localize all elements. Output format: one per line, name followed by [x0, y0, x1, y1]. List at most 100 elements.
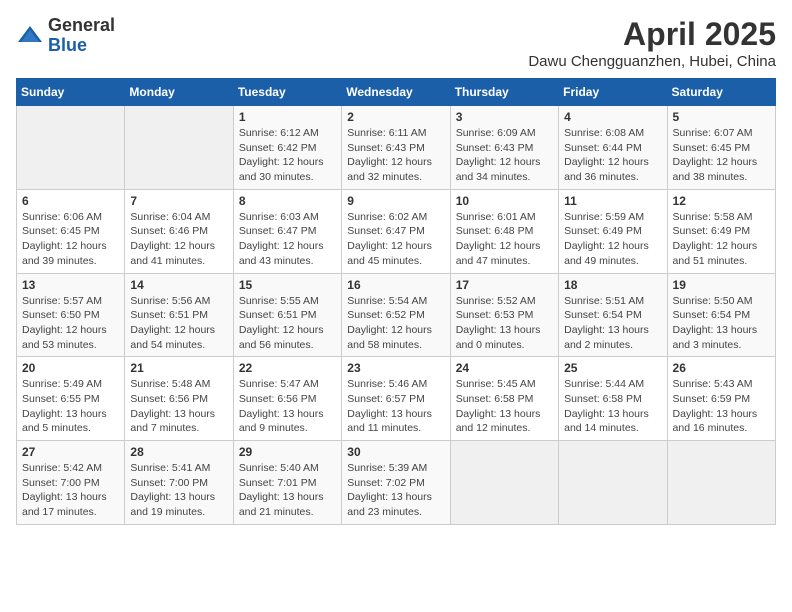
- day-number: 8: [239, 194, 336, 208]
- day-number: 30: [347, 445, 444, 459]
- calendar-cell: 12Sunrise: 5:58 AM Sunset: 6:49 PM Dayli…: [667, 189, 775, 273]
- weekday-header-monday: Monday: [125, 79, 233, 106]
- calendar-cell: 13 Sunrise: 5:57 AM Sunset: 6:50 PM Dayli…: [17, 273, 125, 357]
- day-info: Sunrise: 6:12 AM Sunset: 6:42 PM Dayligh…: [239, 126, 336, 185]
- day-number: 26: [673, 361, 770, 375]
- day-number: 28: [130, 445, 227, 459]
- calendar-table: SundayMondayTuesdayWednesdayThursdayFrid…: [16, 78, 776, 525]
- weekday-header-sunday: Sunday: [17, 79, 125, 106]
- calendar-week-row: 20Sunrise: 5:49 AM Sunset: 6:55 PM Dayli…: [17, 357, 776, 441]
- day-info: Sunrise: 6:09 AM Sunset: 6:43 PM Dayligh…: [456, 126, 553, 185]
- day-number: 25: [564, 361, 661, 375]
- day-info: Sunrise: 5:48 AM Sunset: 6:56 PM Dayligh…: [130, 377, 227, 436]
- calendar-cell: [17, 106, 125, 190]
- day-info: Sunrise: 5:52 AM Sunset: 6:53 PM Dayligh…: [456, 294, 553, 353]
- day-info: Sunrise: 5:59 AM Sunset: 6:49 PM Dayligh…: [564, 210, 661, 269]
- day-number: 24: [456, 361, 553, 375]
- weekday-header-row: SundayMondayTuesdayWednesdayThursdayFrid…: [17, 79, 776, 106]
- logo-general-text: General: [48, 16, 115, 36]
- day-number: 4: [564, 110, 661, 124]
- day-info: Sunrise: 6:03 AM Sunset: 6:47 PM Dayligh…: [239, 210, 336, 269]
- day-number: 9: [347, 194, 444, 208]
- day-number: 10: [456, 194, 553, 208]
- day-info: Sunrise: 5:58 AM Sunset: 6:49 PM Dayligh…: [673, 210, 770, 269]
- calendar-header: SundayMondayTuesdayWednesdayThursdayFrid…: [17, 79, 776, 106]
- calendar-cell: 6Sunrise: 6:06 AM Sunset: 6:45 PM Daylig…: [17, 189, 125, 273]
- weekday-header-tuesday: Tuesday: [233, 79, 341, 106]
- day-info: Sunrise: 5:50 AM Sunset: 6:54 PM Dayligh…: [673, 294, 770, 353]
- calendar-cell: 20Sunrise: 5:49 AM Sunset: 6:55 PM Dayli…: [17, 357, 125, 441]
- day-info: Sunrise: 5:49 AM Sunset: 6:55 PM Dayligh…: [22, 377, 119, 436]
- day-number: 7: [130, 194, 227, 208]
- calendar-cell: 28 Sunrise: 5:41 AM Sunset: 7:00 PM Dayli…: [125, 441, 233, 525]
- calendar-cell: 24 Sunrise: 5:45 AM Sunset: 6:58 PM Dayli…: [450, 357, 558, 441]
- calendar-cell: 29 Sunrise: 5:40 AM Sunset: 7:01 PM Dayli…: [233, 441, 341, 525]
- day-number: 22: [239, 361, 336, 375]
- day-info: Sunrise: 6:04 AM Sunset: 6:46 PM Dayligh…: [130, 210, 227, 269]
- calendar-cell: [125, 106, 233, 190]
- weekday-header-wednesday: Wednesday: [342, 79, 450, 106]
- day-info: Sunrise: 5:45 AM Sunset: 6:58 PM Dayligh…: [456, 377, 553, 436]
- day-info: Sunrise: 5:44 AM Sunset: 6:58 PM Dayligh…: [564, 377, 661, 436]
- day-number: 14: [130, 278, 227, 292]
- day-number: 16: [347, 278, 444, 292]
- calendar-cell: 26Sunrise: 5:43 AM Sunset: 6:59 PM Dayli…: [667, 357, 775, 441]
- day-number: 1: [239, 110, 336, 124]
- day-number: 3: [456, 110, 553, 124]
- day-info: Sunrise: 5:41 AM Sunset: 7:00 PM Dayligh…: [130, 461, 227, 520]
- calendar-cell: 11 Sunrise: 5:59 AM Sunset: 6:49 PM Dayli…: [559, 189, 667, 273]
- day-info: Sunrise: 5:42 AM Sunset: 7:00 PM Dayligh…: [22, 461, 119, 520]
- calendar-cell: 21 Sunrise: 5:48 AM Sunset: 6:56 PM Dayli…: [125, 357, 233, 441]
- calendar-cell: 17Sunrise: 5:52 AM Sunset: 6:53 PM Dayli…: [450, 273, 558, 357]
- day-number: 23: [347, 361, 444, 375]
- day-number: 6: [22, 194, 119, 208]
- day-number: 11: [564, 194, 661, 208]
- day-info: Sunrise: 5:39 AM Sunset: 7:02 PM Dayligh…: [347, 461, 444, 520]
- calendar-week-row: 13 Sunrise: 5:57 AM Sunset: 6:50 PM Dayli…: [17, 273, 776, 357]
- calendar-week-row: 6Sunrise: 6:06 AM Sunset: 6:45 PM Daylig…: [17, 189, 776, 273]
- calendar-cell: 18Sunrise: 5:51 AM Sunset: 6:54 PM Dayli…: [559, 273, 667, 357]
- day-info: Sunrise: 5:51 AM Sunset: 6:54 PM Dayligh…: [564, 294, 661, 353]
- day-number: 15: [239, 278, 336, 292]
- day-info: Sunrise: 6:02 AM Sunset: 6:47 PM Dayligh…: [347, 210, 444, 269]
- day-info: Sunrise: 6:11 AM Sunset: 6:43 PM Dayligh…: [347, 126, 444, 185]
- calendar-cell: 14 Sunrise: 5:56 AM Sunset: 6:51 PM Dayli…: [125, 273, 233, 357]
- day-number: 5: [673, 110, 770, 124]
- calendar-cell: 30 Sunrise: 5:39 AM Sunset: 7:02 PM Dayli…: [342, 441, 450, 525]
- logo-icon: [16, 22, 44, 50]
- day-number: 27: [22, 445, 119, 459]
- calendar-cell: 5 Sunrise: 6:07 AM Sunset: 6:45 PM Daylig…: [667, 106, 775, 190]
- day-number: 13: [22, 278, 119, 292]
- calendar-cell: 10 Sunrise: 6:01 AM Sunset: 6:48 PM Dayli…: [450, 189, 558, 273]
- day-info: Sunrise: 5:56 AM Sunset: 6:51 PM Dayligh…: [130, 294, 227, 353]
- day-number: 21: [130, 361, 227, 375]
- calendar-cell: 3 Sunrise: 6:09 AM Sunset: 6:43 PM Daylig…: [450, 106, 558, 190]
- calendar-cell: 4Sunrise: 6:08 AM Sunset: 6:44 PM Daylig…: [559, 106, 667, 190]
- calendar-cell: [667, 441, 775, 525]
- day-info: Sunrise: 6:07 AM Sunset: 6:45 PM Dayligh…: [673, 126, 770, 185]
- calendar-week-row: 27 Sunrise: 5:42 AM Sunset: 7:00 PM Dayli…: [17, 441, 776, 525]
- day-info: Sunrise: 5:55 AM Sunset: 6:51 PM Dayligh…: [239, 294, 336, 353]
- calendar-cell: [450, 441, 558, 525]
- calendar-cell: 8 Sunrise: 6:03 AM Sunset: 6:47 PM Daylig…: [233, 189, 341, 273]
- calendar-cell: 9 Sunrise: 6:02 AM Sunset: 6:47 PM Daylig…: [342, 189, 450, 273]
- logo: General Blue: [16, 16, 115, 56]
- calendar-cell: 2 Sunrise: 6:11 AM Sunset: 6:43 PM Daylig…: [342, 106, 450, 190]
- calendar-cell: 27 Sunrise: 5:42 AM Sunset: 7:00 PM Dayli…: [17, 441, 125, 525]
- day-info: Sunrise: 5:46 AM Sunset: 6:57 PM Dayligh…: [347, 377, 444, 436]
- day-info: Sunrise: 6:01 AM Sunset: 6:48 PM Dayligh…: [456, 210, 553, 269]
- calendar-title: April 2025: [528, 16, 776, 53]
- day-number: 2: [347, 110, 444, 124]
- calendar-cell: 15 Sunrise: 5:55 AM Sunset: 6:51 PM Dayli…: [233, 273, 341, 357]
- weekday-header-thursday: Thursday: [450, 79, 558, 106]
- day-number: 29: [239, 445, 336, 459]
- calendar-week-row: 1 Sunrise: 6:12 AM Sunset: 6:42 PM Daylig…: [17, 106, 776, 190]
- calendar-cell: 19 Sunrise: 5:50 AM Sunset: 6:54 PM Dayli…: [667, 273, 775, 357]
- calendar-cell: 25 Sunrise: 5:44 AM Sunset: 6:58 PM Dayli…: [559, 357, 667, 441]
- day-info: Sunrise: 5:40 AM Sunset: 7:01 PM Dayligh…: [239, 461, 336, 520]
- day-number: 19: [673, 278, 770, 292]
- calendar-location: Dawu Chengguanzhen, Hubei, China: [528, 53, 776, 70]
- day-info: Sunrise: 5:57 AM Sunset: 6:50 PM Dayligh…: [22, 294, 119, 353]
- logo-blue-text: Blue: [48, 36, 115, 56]
- calendar-body: 1 Sunrise: 6:12 AM Sunset: 6:42 PM Daylig…: [17, 106, 776, 525]
